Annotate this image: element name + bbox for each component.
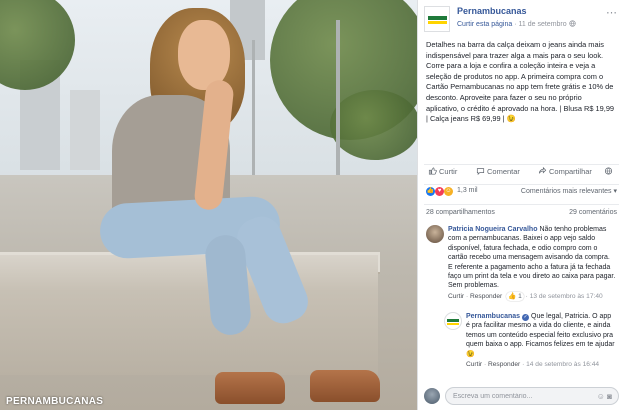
share-comment-counts: 28 compartilhamentos 29 comentários	[424, 204, 619, 218]
camera-icon[interactable]: ◙	[607, 392, 612, 401]
haha-reaction-icon[interactable]: ☺	[444, 187, 453, 196]
comment-like-count: 1	[518, 292, 522, 300]
logo-bar	[428, 16, 447, 20]
reactions-bar: 👍 ♥ ☺ 1,3 mil Comentários mais relevante…	[424, 184, 619, 198]
comment-body: Pernambucanas ✓ Que legal, Patricia. O a…	[466, 312, 616, 369]
post-caption: Detalhes na barra da calça deixam o jean…	[426, 40, 615, 124]
logo-bar	[428, 21, 447, 24]
comment-reply: Pernambucanas ✓ Que legal, Patricia. O a…	[444, 312, 619, 384]
comment-author[interactable]: Pernambucanas	[466, 313, 520, 320]
comment-author[interactable]: Patricia Nogueira Carvalho	[448, 226, 537, 233]
globe-icon	[568, 20, 576, 27]
share-label: Compartilhar	[549, 167, 592, 176]
post-header: Pernambucanas Curtir esta página · 11 de…	[424, 6, 619, 32]
current-user-avatar[interactable]	[424, 388, 440, 404]
comment: Patricia Nogueira Carvalho Não tenho pro…	[426, 225, 619, 315]
thumbs-up-icon: 👍	[508, 292, 517, 300]
comment-like-link[interactable]: Curtir	[466, 361, 482, 368]
page-name-link[interactable]: Pernambucanas	[457, 6, 527, 16]
meta-separator: ·	[514, 21, 517, 28]
post-photo[interactable]: PERNAMBUCANAS	[0, 0, 417, 410]
logo-bar	[447, 319, 459, 322]
lamp-pole	[252, 40, 255, 180]
share-button[interactable]: Compartilhar	[538, 167, 592, 176]
comment-footer: Curtir · Responder 👍 1 · 13 de setembro …	[448, 291, 603, 302]
share-arrow-icon	[538, 167, 547, 174]
building	[70, 90, 100, 170]
comment-time[interactable]: 14 de setembro às 16:44	[526, 361, 599, 368]
more-options-icon[interactable]: ⋯	[606, 6, 617, 19]
like-reaction-icon[interactable]: 👍	[426, 187, 435, 196]
comment-reply-link[interactable]: Responder	[488, 361, 520, 368]
comment-button[interactable]: Comentar	[476, 167, 520, 176]
comment-like-link[interactable]: Curtir	[448, 293, 464, 300]
post-date[interactable]: 11 de setembro	[519, 21, 567, 28]
comment-time[interactable]: 13 de setembro às 17:40	[530, 293, 603, 300]
like-label: Curtir	[439, 167, 458, 176]
lamp-pole	[336, 20, 340, 190]
post-side-panel: Pernambucanas Curtir esta página · 11 de…	[417, 0, 620, 410]
comment-count[interactable]: 29 comentários	[569, 209, 617, 216]
comment-text: Não tenho problemas com a pernambucanas.…	[448, 226, 616, 290]
comment-reply-link[interactable]: Responder	[470, 293, 502, 300]
comment-footer: Curtir · Responder · 14 de setembro às 1…	[466, 361, 600, 369]
like-button[interactable]: Curtir	[428, 167, 457, 176]
logo-bar	[447, 323, 459, 325]
globe-icon	[604, 167, 613, 175]
model-sandal	[215, 372, 285, 404]
thumbs-up-icon	[428, 167, 437, 175]
commenter-avatar[interactable]	[426, 225, 444, 243]
comment-icon	[476, 168, 485, 175]
brand-watermark: PERNAMBUCANAS	[6, 396, 104, 407]
comment-body: Patricia Nogueira Carvalho Não tenho pro…	[448, 225, 616, 302]
page-reply-avatar[interactable]	[444, 312, 462, 330]
post-actions: Curtir Comentar Compartilhar	[424, 164, 619, 180]
reaction-count[interactable]: 1,3 mil	[457, 187, 478, 194]
post-meta: Curtir esta página · 11 de setembro	[457, 20, 576, 28]
share-count[interactable]: 28 compartilhamentos	[426, 209, 495, 216]
comment-label: Comentar	[487, 167, 520, 176]
audience-selector[interactable]	[604, 167, 615, 176]
like-page-link[interactable]: Curtir esta página	[457, 21, 512, 28]
comment-sort-dropdown[interactable]: Comentários mais relevantes ▾	[521, 187, 617, 195]
love-reaction-icon[interactable]: ♥	[435, 187, 444, 196]
page-avatar[interactable]	[424, 6, 450, 32]
model-sandal	[310, 370, 380, 402]
comment-composer: ☺ ◙	[424, 385, 619, 407]
model-face	[178, 20, 230, 90]
composer-icons: ☺ ◙	[597, 392, 612, 401]
emoji-icon[interactable]: ☺	[597, 392, 605, 401]
stone-bench	[0, 255, 378, 375]
comment-input[interactable]	[445, 387, 619, 405]
comment-like-badge[interactable]: 👍 1	[506, 291, 524, 302]
tree	[330, 90, 417, 160]
verified-badge-icon: ✓	[522, 314, 530, 321]
